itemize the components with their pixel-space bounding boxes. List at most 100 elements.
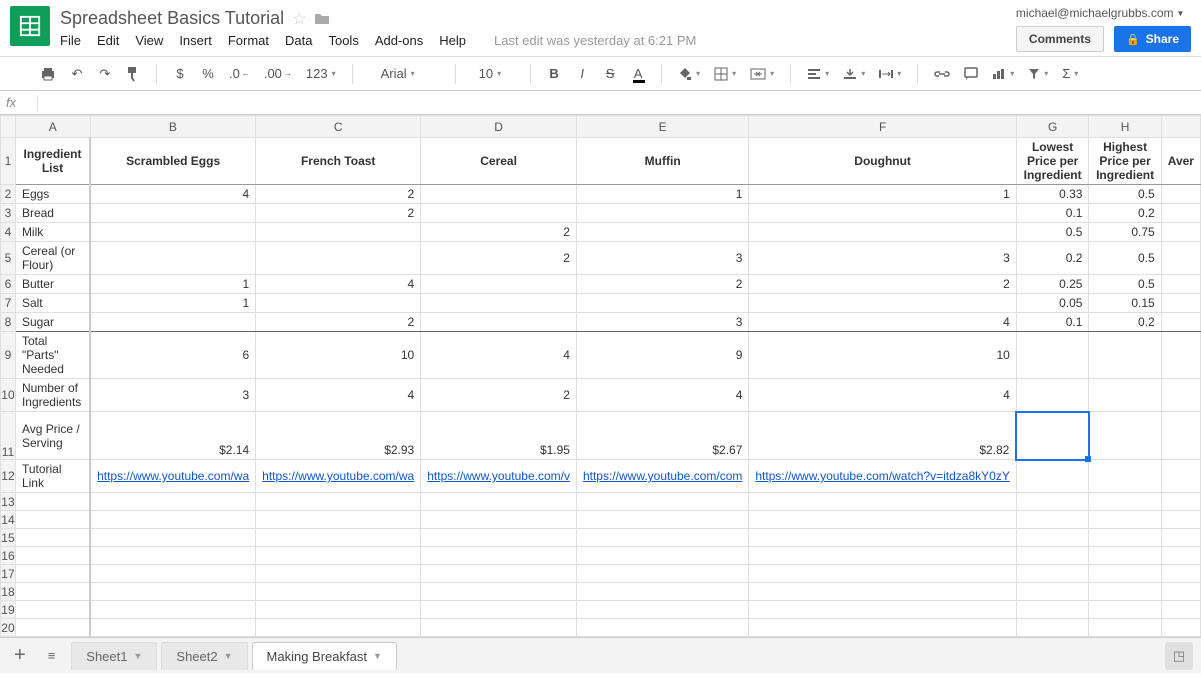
cell[interactable] [90, 223, 256, 242]
cell[interactable] [421, 313, 577, 332]
col-header-C[interactable]: C [256, 116, 421, 138]
cell[interactable] [749, 529, 1016, 547]
cell[interactable] [1161, 313, 1200, 332]
cell[interactable] [1161, 242, 1200, 275]
cell[interactable] [1016, 511, 1089, 529]
selected-cell[interactable] [1016, 412, 1089, 460]
menu-add-ons[interactable]: Add-ons [375, 33, 423, 48]
cell[interactable] [576, 529, 748, 547]
cell[interactable] [90, 547, 256, 565]
cell[interactable]: 1 [90, 275, 256, 294]
link-cell[interactable]: https://www.youtube.com/wa [90, 460, 256, 493]
cell[interactable] [1089, 332, 1161, 379]
share-button[interactable]: 🔒Share [1114, 26, 1191, 52]
cell[interactable] [576, 204, 748, 223]
sheet-tab[interactable]: Making Breakfast ▼ [252, 642, 397, 670]
text-color-icon[interactable]: A [631, 66, 645, 81]
cell[interactable]: 0.2 [1089, 313, 1161, 332]
row-header-1[interactable]: 1 [1, 138, 16, 185]
cell[interactable]: 4 [421, 332, 577, 379]
cell[interactable] [256, 565, 421, 583]
cell[interactable] [1089, 637, 1161, 638]
cell[interactable] [15, 637, 90, 638]
cell[interactable] [421, 294, 577, 313]
link-cell[interactable]: https://www.youtube.com/com [576, 460, 748, 493]
cell[interactable] [1161, 275, 1200, 294]
cell[interactable] [256, 547, 421, 565]
cell[interactable]: 1 [90, 294, 256, 313]
explore-button[interactable]: ◳ [1165, 642, 1193, 670]
print-icon[interactable] [40, 67, 56, 81]
cell[interactable] [1161, 529, 1200, 547]
add-sheet-button[interactable]: + [8, 640, 32, 671]
link-cell[interactable]: https://www.youtube.com/wa [256, 460, 421, 493]
cell[interactable] [1089, 529, 1161, 547]
cell[interactable]: $2.82 [749, 412, 1016, 460]
font-selector[interactable]: Arial [369, 63, 439, 84]
cell[interactable] [1161, 637, 1200, 638]
menu-insert[interactable]: Insert [179, 33, 212, 48]
header-cell[interactable]: Ingredient List [15, 138, 90, 185]
star-icon[interactable]: ☆ [292, 9, 306, 29]
cell[interactable]: 2 [256, 185, 421, 204]
header-cell[interactable]: Doughnut [749, 138, 1016, 185]
cell[interactable] [1016, 547, 1089, 565]
cell[interactable]: 2 [421, 379, 577, 412]
spreadsheet-grid[interactable]: ABCDEFGH1Ingredient ListScrambled EggsFr… [0, 115, 1201, 637]
cell[interactable] [1016, 565, 1089, 583]
cell[interactable] [90, 619, 256, 637]
cell[interactable]: 0.2 [1016, 242, 1089, 275]
cell[interactable] [749, 547, 1016, 565]
cell[interactable] [576, 223, 748, 242]
header-cell[interactable]: Muffin [576, 138, 748, 185]
cell[interactable]: 1 [749, 185, 1016, 204]
cell[interactable]: $2.14 [90, 412, 256, 460]
header-cell[interactable]: Highest Price per Ingredient [1089, 138, 1161, 185]
menu-tools[interactable]: Tools [328, 33, 358, 48]
cell[interactable] [1016, 619, 1089, 637]
cell[interactable]: 1 [576, 185, 748, 204]
cell[interactable] [1161, 332, 1200, 379]
cell[interactable] [576, 637, 748, 638]
cell[interactable]: 0.75 [1089, 223, 1161, 242]
row-header-21[interactable]: 21 [1, 637, 16, 638]
cell[interactable] [1016, 332, 1089, 379]
select-all-corner[interactable] [1, 116, 16, 138]
cell[interactable]: 6 [90, 332, 256, 379]
cell[interactable]: Cereal (or Flour) [15, 242, 90, 275]
menu-format[interactable]: Format [228, 33, 269, 48]
row-header-15[interactable]: 15 [1, 529, 16, 547]
cell[interactable] [1161, 511, 1200, 529]
menu-file[interactable]: File [60, 33, 81, 48]
link-cell[interactable]: https://www.youtube.com/watch?v=itdza8kY… [749, 460, 1016, 493]
row-header-13[interactable]: 13 [1, 493, 16, 511]
menu-edit[interactable]: Edit [97, 33, 119, 48]
cell[interactable] [421, 529, 577, 547]
cell[interactable]: $1.95 [421, 412, 577, 460]
cell[interactable] [15, 511, 90, 529]
cell[interactable]: 2 [421, 242, 577, 275]
cell[interactable] [256, 637, 421, 638]
cell[interactable]: 3 [576, 313, 748, 332]
cell[interactable] [749, 223, 1016, 242]
row-header-14[interactable]: 14 [1, 511, 16, 529]
cell[interactable] [576, 619, 748, 637]
cell[interactable] [90, 529, 256, 547]
menu-view[interactable]: View [135, 33, 163, 48]
cell[interactable] [1161, 547, 1200, 565]
cell[interactable] [1161, 223, 1200, 242]
cell[interactable] [1161, 185, 1200, 204]
cell[interactable] [256, 619, 421, 637]
cell[interactable] [1089, 511, 1161, 529]
chart-icon[interactable] [992, 68, 1014, 80]
row-header-17[interactable]: 17 [1, 565, 16, 583]
cell[interactable]: 0.5 [1089, 242, 1161, 275]
row-header-9[interactable]: 9 [1, 332, 16, 379]
decrease-decimal-icon[interactable]: .0← [229, 66, 250, 81]
col-header-H[interactable]: H [1089, 116, 1161, 138]
cell[interactable] [15, 565, 90, 583]
chevron-down-icon[interactable]: ▼ [373, 651, 382, 661]
cell[interactable] [749, 294, 1016, 313]
row-header-5[interactable]: 5 [1, 242, 16, 275]
header-cell[interactable]: Lowest Price per Ingredient [1016, 138, 1089, 185]
